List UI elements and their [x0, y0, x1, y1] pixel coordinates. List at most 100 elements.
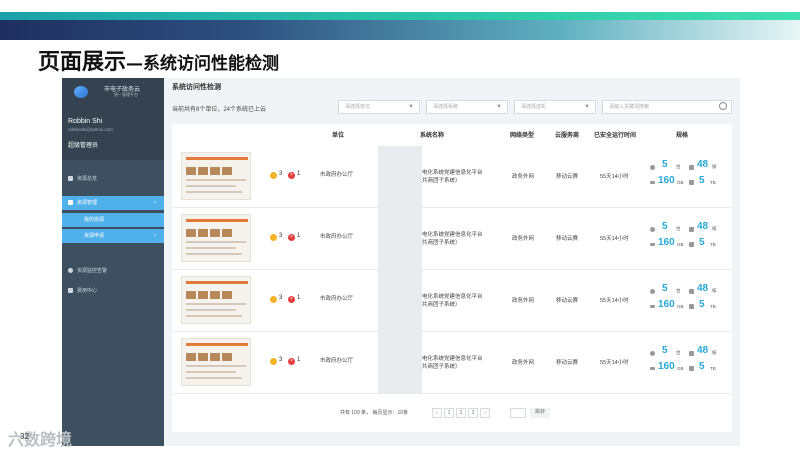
disk-icon [650, 367, 655, 370]
pager-jump-input[interactable] [510, 408, 526, 418]
storage-icon [689, 180, 694, 185]
system-screenshot-thumbnail[interactable] [181, 338, 251, 386]
system-screenshot-thumbnail[interactable] [181, 276, 251, 324]
header-network: 网络类型 [510, 133, 535, 139]
memory-value: 48 [697, 221, 709, 232]
sidebar-item-label: 资源申请 [84, 233, 105, 239]
table-row[interactable]: 3 × 1 市政府办公厅 电化系统党建信息化平台 共商团子系统） 政务外网 移动… [172, 146, 732, 208]
system-name-line1: 电化系统党建信息化平台 [422, 294, 483, 300]
table-row[interactable]: 3 × 1 市政府办公厅 电化系统党建信息化平台 共商团子系统） 政务外网 移动… [172, 208, 732, 270]
site-subtitle: 统一管理平台 [114, 92, 138, 97]
chevron-right-icon: › [154, 233, 156, 239]
error-icon: × [288, 234, 295, 241]
slide-title: 页面展示—系统访问性能检测 [38, 44, 279, 76]
pager-page-1[interactable]: 1 [444, 408, 454, 418]
storage-value: 5 [699, 237, 705, 248]
system-name-line2: 共商团子系统） [422, 178, 461, 184]
sidebar-item-my-resources[interactable]: 我的资源 [62, 213, 164, 227]
thumbnail-line [186, 179, 246, 181]
overview-icon [68, 176, 73, 182]
vm-select[interactable]: 请选择虚机 ▼ [514, 100, 596, 114]
sidebar-item-label: 资源管理 [77, 200, 98, 206]
system-select-placeholder: 请选择系统 [433, 104, 459, 110]
header-gradient-band [0, 20, 800, 40]
provider-cell: 移动云赛 [556, 360, 579, 366]
system-name-line1: 电化系统党建信息化平台 [422, 170, 483, 176]
brand-watermark: 六数跨境 [8, 426, 72, 450]
system-name-line1: 电化系统党建信息化平台 [422, 232, 483, 238]
memory-icon [689, 351, 694, 356]
cpu-icon [650, 227, 655, 232]
disk-icon [650, 305, 655, 308]
warning-icon [270, 234, 277, 241]
pager-page-3[interactable]: 3 [468, 408, 478, 418]
sidebar-item-resource-apply[interactable]: 资源申请 › [62, 229, 164, 243]
memory-value: 48 [697, 159, 709, 170]
thumbnail-image [222, 229, 232, 237]
warning-count: 3 [279, 233, 283, 239]
user-name: Robbin Shi [68, 118, 103, 125]
search-input[interactable]: 请输入关键词搜索 [602, 100, 732, 114]
error-count: 1 [297, 357, 301, 363]
thumbnail-line [186, 253, 242, 255]
sidebar-item-resource-management[interactable]: 资源管理 › [62, 196, 164, 210]
cpu-value: 5 [662, 221, 668, 232]
system-screenshot-thumbnail[interactable] [181, 214, 251, 262]
cpu-unit: 台 [676, 350, 681, 355]
thumbnail-line [186, 371, 236, 373]
warning-icon [270, 296, 277, 303]
user-email: robbinshi@admin.com [68, 127, 113, 132]
thumbnail-image [222, 291, 232, 299]
system-select[interactable]: 请选择系统 ▼ [426, 100, 508, 114]
search-icon[interactable] [719, 102, 727, 110]
thumbnail-image [186, 291, 196, 299]
disk-unit: GB [677, 242, 684, 247]
memory-icon [689, 227, 694, 232]
thumbnail-line [186, 185, 236, 187]
error-icon: × [288, 358, 295, 365]
provider-cell: 移动云赛 [556, 174, 579, 180]
memory-unit: 核 [712, 288, 717, 293]
warning-count: 3 [279, 295, 283, 301]
cpu-unit: 台 [676, 164, 681, 169]
resource-icon [68, 200, 73, 206]
chevron-right-icon: › [154, 200, 156, 206]
sidebar: 市电子政务云 统一管理平台 Robbin Shi robbinshi@admin… [62, 78, 164, 446]
page-number: 32 [20, 432, 29, 441]
memory-unit: 核 [712, 226, 717, 231]
sidebar-item-billing[interactable]: 费用中心 [62, 284, 164, 298]
thumbnail-header [186, 281, 248, 284]
thumbnail-image [210, 229, 220, 237]
monitor-icon [68, 268, 73, 274]
system-name-line2: 共商团子系统） [422, 240, 461, 246]
system-screenshot-thumbnail[interactable] [181, 152, 251, 200]
table-row[interactable]: 3 × 1 市政府办公厅 电化系统党建信息化平台 共商团子系统） 政务外网 移动… [172, 270, 732, 332]
cpu-value: 5 [662, 159, 668, 170]
thumbnail-image [210, 167, 220, 175]
unit-select[interactable]: 请选择单位 ▼ [338, 100, 420, 114]
search-placeholder: 请输入关键词搜索 [609, 104, 650, 110]
slide-title-main: 页面展示 [38, 50, 127, 75]
thumbnail-image [198, 353, 208, 361]
breadcrumb: 系统访问性检测 [172, 84, 221, 91]
thumbnail-line [186, 315, 242, 317]
unit-cell: 市政府办公厅 [320, 172, 354, 178]
storage-value: 5 [699, 361, 705, 372]
pager-next[interactable]: › [480, 408, 490, 418]
cpu-unit: 台 [676, 288, 681, 293]
sidebar-item-monitor[interactable]: 资源监控告警 [62, 264, 164, 278]
summary-text: 当前共有8个单位，24个系统已上云 [172, 107, 267, 113]
pager-page-2[interactable]: 2 [456, 408, 466, 418]
disk-icon [650, 243, 655, 246]
table-row[interactable]: 3 × 1 市政府办公厅 电化系统党建信息化平台 共商团子系统） 政务外网 移动… [172, 332, 732, 394]
cpu-icon [650, 351, 655, 356]
header-accent-band [0, 12, 800, 20]
cpu-icon [650, 165, 655, 170]
pager-jump-button[interactable]: 跳转 [530, 408, 550, 418]
sidebar-item-overview[interactable]: 资源总览 [62, 172, 164, 186]
pager-prev[interactable]: ‹ [432, 408, 442, 418]
thumbnail-image [198, 229, 208, 237]
thumbnail-line [186, 191, 242, 193]
header-spec: 规格 [676, 133, 689, 139]
thumbnail-image [222, 353, 232, 361]
